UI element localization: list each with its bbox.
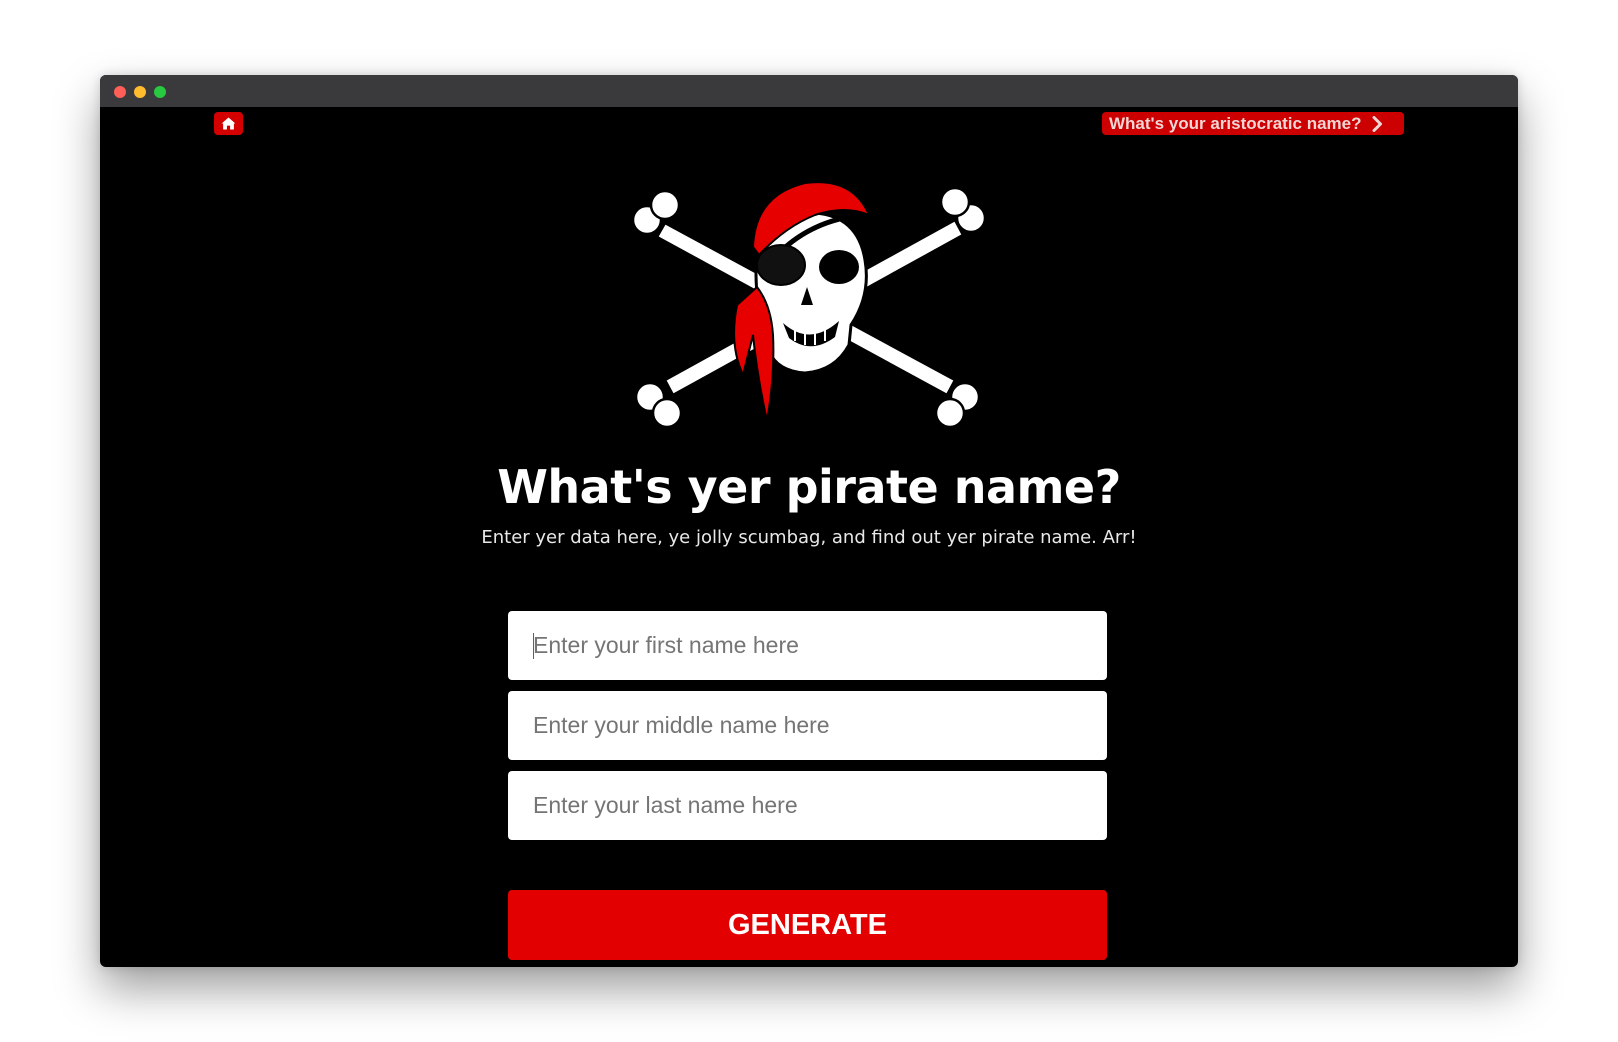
minimize-window-button[interactable]: [134, 86, 146, 98]
generate-button[interactable]: GENERATE: [508, 890, 1107, 960]
aristocratic-name-label: What's your aristocratic name?: [1109, 113, 1362, 133]
last-name-field[interactable]: [508, 771, 1107, 840]
chevron-right-icon: [1372, 115, 1383, 132]
first-name-field[interactable]: [508, 611, 1107, 680]
aristocratic-name-link[interactable]: What's your aristocratic name?: [1102, 112, 1404, 135]
window-titlebar: [100, 75, 1518, 107]
page-title: What's yer pirate name?: [497, 460, 1121, 514]
skull-crossbones-icon: [631, 181, 987, 429]
home-button[interactable]: [214, 112, 243, 135]
maximize-window-button[interactable]: [154, 86, 166, 98]
middle-name-field[interactable]: [508, 691, 1107, 760]
page-subtitle: Enter yer data here, ye jolly scumbag, a…: [481, 527, 1137, 548]
browser-window: What's your aristocratic name? What's ye…: [100, 75, 1518, 967]
text-cursor: [533, 633, 534, 659]
close-window-button[interactable]: [114, 86, 126, 98]
home-icon: [221, 117, 236, 130]
